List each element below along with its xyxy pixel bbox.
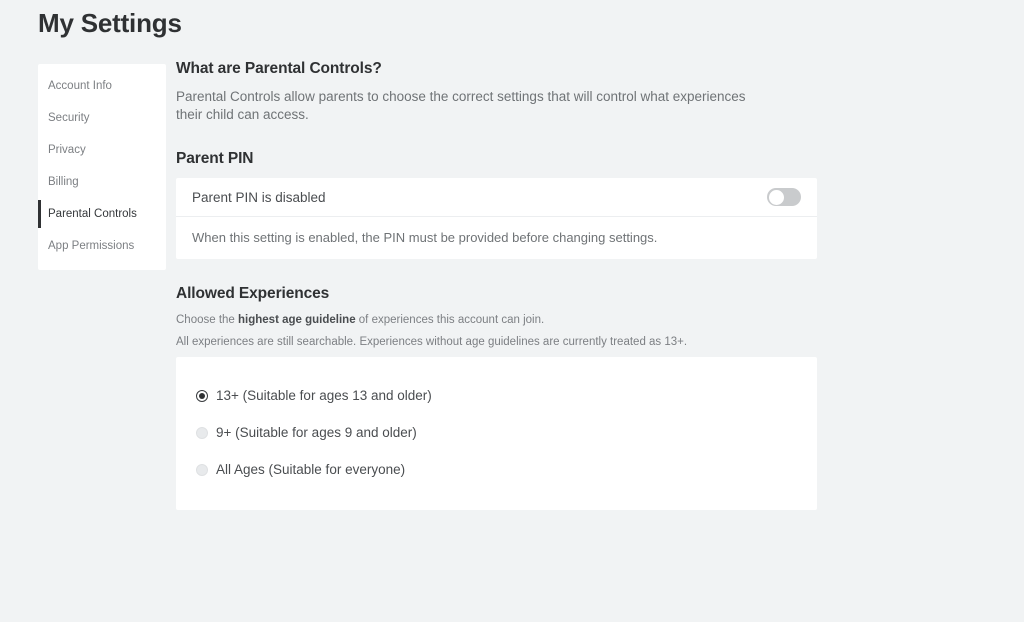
about-heading: What are Parental Controls? — [176, 60, 382, 77]
parent-pin-heading: Parent PIN — [176, 150, 254, 167]
allowed-experiences-note-line1: Choose the highest age guideline of expe… — [176, 313, 818, 328]
sidebar-item-account-info[interactable]: Account Info — [38, 70, 166, 102]
sidebar-item-privacy[interactable]: Privacy — [38, 134, 166, 166]
note-emphasis: highest age guideline — [238, 314, 356, 326]
page-title: My Settings — [38, 8, 182, 38]
radio-option-13-plus[interactable]: 13+ (Suitable for ages 13 and older) — [176, 377, 817, 414]
radio-option-all-ages[interactable]: All Ages (Suitable for everyone) — [176, 451, 817, 488]
settings-sidebar: Account Info Security Privacy Billing Pa… — [38, 64, 166, 270]
radio-option-label: 13+ (Suitable for ages 13 and older) — [216, 388, 432, 403]
parent-pin-toggle[interactable] — [767, 188, 801, 206]
sidebar-item-label: Billing — [48, 176, 79, 188]
sidebar-item-billing[interactable]: Billing — [38, 166, 166, 198]
active-indicator-bar — [38, 200, 41, 228]
sidebar-item-label: Parental Controls — [48, 208, 137, 220]
parent-pin-card: Parent PIN is disabled When this setting… — [176, 178, 817, 259]
note-prefix: Choose the — [176, 314, 239, 326]
sidebar-item-security[interactable]: Security — [38, 102, 166, 134]
parent-pin-note: When this setting is enabled, the PIN mu… — [192, 230, 658, 245]
allowed-experiences-heading: Allowed Experiences — [176, 285, 330, 302]
radio-button-icon[interactable] — [196, 463, 208, 476]
toggle-knob — [768, 189, 784, 205]
allowed-experiences-radio-group: 13+ (Suitable for ages 13 and older) 9+ … — [176, 357, 817, 510]
sidebar-item-parental-controls[interactable]: Parental Controls — [38, 198, 166, 230]
sidebar-item-label: App Permissions — [48, 240, 135, 252]
radio-button-icon[interactable] — [196, 389, 208, 402]
main-content: What are Parental Controls? Parental Con… — [176, 60, 818, 510]
parent-pin-row: Parent PIN is disabled — [176, 178, 817, 217]
sidebar-item-label: Security — [48, 112, 90, 124]
sidebar-item-label: Account Info — [48, 80, 112, 92]
parent-pin-status-label: Parent PIN is disabled — [192, 189, 326, 205]
radio-option-9-plus[interactable]: 9+ (Suitable for ages 9 and older) — [176, 414, 817, 451]
allowed-experiences-note-line2: All experiences are still searchable. Ex… — [176, 336, 688, 348]
radio-option-label: All Ages (Suitable for everyone) — [216, 462, 406, 477]
radio-option-label: 9+ (Suitable for ages 9 and older) — [216, 425, 417, 440]
note-suffix: of experiences this account can join. — [355, 314, 545, 326]
sidebar-item-label: Privacy — [48, 144, 86, 156]
radio-button-icon[interactable] — [196, 426, 208, 439]
sidebar-item-app-permissions[interactable]: App Permissions — [38, 230, 166, 262]
about-body: Parental Controls allow parents to choos… — [176, 89, 746, 122]
